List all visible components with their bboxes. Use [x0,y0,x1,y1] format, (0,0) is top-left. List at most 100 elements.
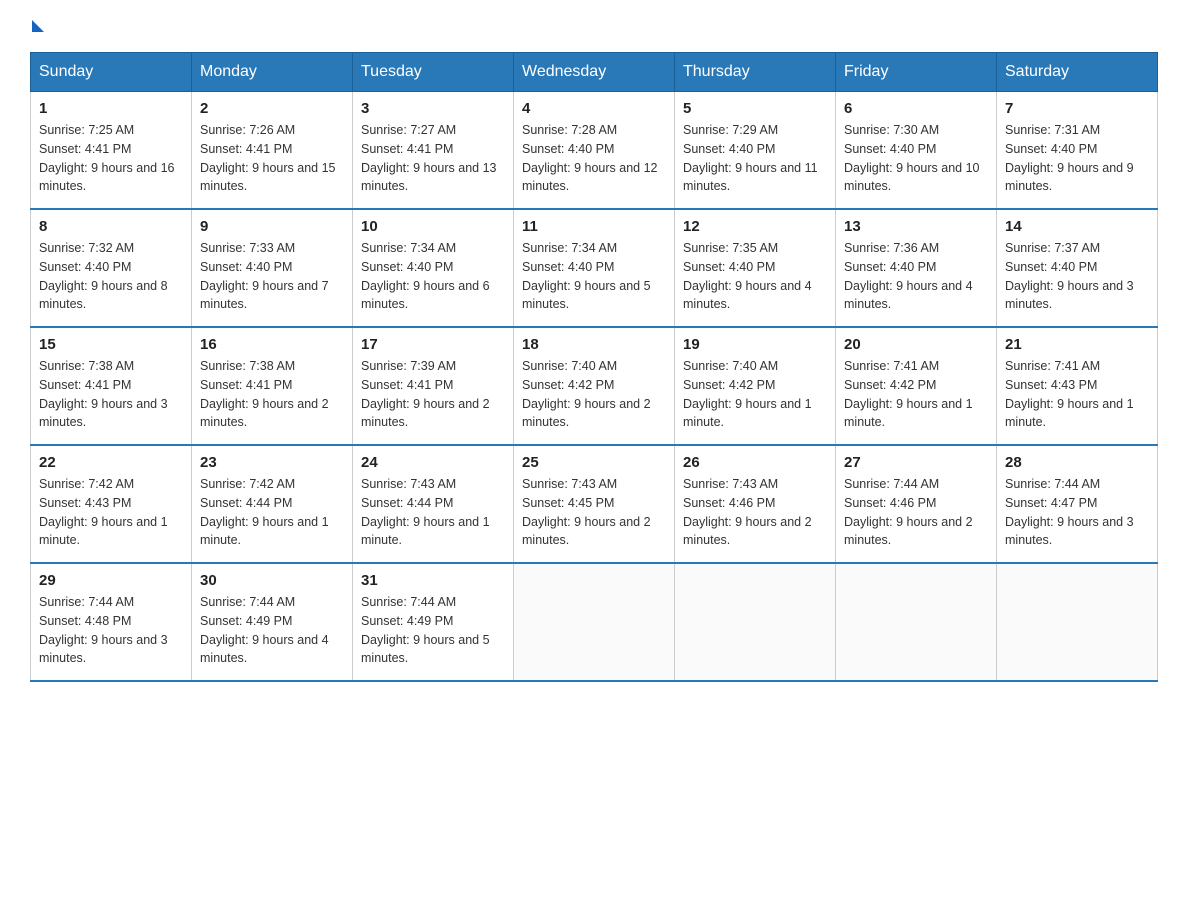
day-info: Sunrise: 7:38 AM Sunset: 4:41 PM Dayligh… [200,357,344,432]
calendar-day-29: 29 Sunrise: 7:44 AM Sunset: 4:48 PM Dayl… [31,563,192,681]
day-info: Sunrise: 7:38 AM Sunset: 4:41 PM Dayligh… [39,357,183,432]
day-number: 6 [844,100,988,117]
calendar-day-26: 26 Sunrise: 7:43 AM Sunset: 4:46 PM Dayl… [675,445,836,563]
calendar-day-11: 11 Sunrise: 7:34 AM Sunset: 4:40 PM Dayl… [514,209,675,327]
day-number: 1 [39,100,183,117]
day-number: 9 [200,218,344,235]
days-header-row: SundayMondayTuesdayWednesdayThursdayFrid… [31,53,1158,92]
calendar-day-10: 10 Sunrise: 7:34 AM Sunset: 4:40 PM Dayl… [353,209,514,327]
day-number: 27 [844,454,988,471]
day-info: Sunrise: 7:36 AM Sunset: 4:40 PM Dayligh… [844,239,988,314]
day-info: Sunrise: 7:40 AM Sunset: 4:42 PM Dayligh… [522,357,666,432]
day-header-saturday: Saturday [997,53,1158,92]
calendar-body: 1 Sunrise: 7:25 AM Sunset: 4:41 PM Dayli… [31,92,1158,682]
calendar-day-30: 30 Sunrise: 7:44 AM Sunset: 4:49 PM Dayl… [192,563,353,681]
calendar-day-14: 14 Sunrise: 7:37 AM Sunset: 4:40 PM Dayl… [997,209,1158,327]
calendar-day-19: 19 Sunrise: 7:40 AM Sunset: 4:42 PM Dayl… [675,327,836,445]
calendar-day-15: 15 Sunrise: 7:38 AM Sunset: 4:41 PM Dayl… [31,327,192,445]
day-info: Sunrise: 7:27 AM Sunset: 4:41 PM Dayligh… [361,121,505,196]
calendar-day-20: 20 Sunrise: 7:41 AM Sunset: 4:42 PM Dayl… [836,327,997,445]
day-info: Sunrise: 7:28 AM Sunset: 4:40 PM Dayligh… [522,121,666,196]
calendar-day-24: 24 Sunrise: 7:43 AM Sunset: 4:44 PM Dayl… [353,445,514,563]
day-number: 22 [39,454,183,471]
calendar-day-21: 21 Sunrise: 7:41 AM Sunset: 4:43 PM Dayl… [997,327,1158,445]
empty-cell [997,563,1158,681]
calendar-day-1: 1 Sunrise: 7:25 AM Sunset: 4:41 PM Dayli… [31,92,192,210]
page-header [30,20,1158,32]
day-number: 16 [200,336,344,353]
calendar-day-12: 12 Sunrise: 7:35 AM Sunset: 4:40 PM Dayl… [675,209,836,327]
day-number: 29 [39,572,183,589]
day-header-tuesday: Tuesday [353,53,514,92]
day-info: Sunrise: 7:30 AM Sunset: 4:40 PM Dayligh… [844,121,988,196]
day-info: Sunrise: 7:29 AM Sunset: 4:40 PM Dayligh… [683,121,827,196]
day-info: Sunrise: 7:44 AM Sunset: 4:49 PM Dayligh… [361,593,505,668]
day-number: 20 [844,336,988,353]
day-number: 15 [39,336,183,353]
day-info: Sunrise: 7:43 AM Sunset: 4:44 PM Dayligh… [361,475,505,550]
day-number: 4 [522,100,666,117]
day-number: 3 [361,100,505,117]
day-number: 8 [39,218,183,235]
calendar-header: SundayMondayTuesdayWednesdayThursdayFrid… [31,53,1158,92]
day-info: Sunrise: 7:42 AM Sunset: 4:43 PM Dayligh… [39,475,183,550]
day-number: 10 [361,218,505,235]
day-info: Sunrise: 7:26 AM Sunset: 4:41 PM Dayligh… [200,121,344,196]
day-info: Sunrise: 7:33 AM Sunset: 4:40 PM Dayligh… [200,239,344,314]
day-number: 18 [522,336,666,353]
calendar-week-1: 1 Sunrise: 7:25 AM Sunset: 4:41 PM Dayli… [31,92,1158,210]
day-info: Sunrise: 7:43 AM Sunset: 4:46 PM Dayligh… [683,475,827,550]
calendar-day-3: 3 Sunrise: 7:27 AM Sunset: 4:41 PM Dayli… [353,92,514,210]
day-number: 30 [200,572,344,589]
day-number: 7 [1005,100,1149,117]
day-info: Sunrise: 7:35 AM Sunset: 4:40 PM Dayligh… [683,239,827,314]
calendar-day-4: 4 Sunrise: 7:28 AM Sunset: 4:40 PM Dayli… [514,92,675,210]
calendar-week-4: 22 Sunrise: 7:42 AM Sunset: 4:43 PM Dayl… [31,445,1158,563]
calendar-day-2: 2 Sunrise: 7:26 AM Sunset: 4:41 PM Dayli… [192,92,353,210]
day-header-sunday: Sunday [31,53,192,92]
calendar-day-6: 6 Sunrise: 7:30 AM Sunset: 4:40 PM Dayli… [836,92,997,210]
day-number: 17 [361,336,505,353]
day-number: 13 [844,218,988,235]
day-info: Sunrise: 7:37 AM Sunset: 4:40 PM Dayligh… [1005,239,1149,314]
day-info: Sunrise: 7:44 AM Sunset: 4:46 PM Dayligh… [844,475,988,550]
day-header-monday: Monday [192,53,353,92]
day-number: 2 [200,100,344,117]
calendar-day-7: 7 Sunrise: 7:31 AM Sunset: 4:40 PM Dayli… [997,92,1158,210]
day-number: 31 [361,572,505,589]
calendar-day-13: 13 Sunrise: 7:36 AM Sunset: 4:40 PM Dayl… [836,209,997,327]
day-info: Sunrise: 7:39 AM Sunset: 4:41 PM Dayligh… [361,357,505,432]
calendar-day-16: 16 Sunrise: 7:38 AM Sunset: 4:41 PM Dayl… [192,327,353,445]
day-number: 14 [1005,218,1149,235]
day-number: 26 [683,454,827,471]
calendar-day-31: 31 Sunrise: 7:44 AM Sunset: 4:49 PM Dayl… [353,563,514,681]
calendar-day-23: 23 Sunrise: 7:42 AM Sunset: 4:44 PM Dayl… [192,445,353,563]
empty-cell [836,563,997,681]
empty-cell [514,563,675,681]
calendar-day-5: 5 Sunrise: 7:29 AM Sunset: 4:40 PM Dayli… [675,92,836,210]
calendar-day-18: 18 Sunrise: 7:40 AM Sunset: 4:42 PM Dayl… [514,327,675,445]
day-info: Sunrise: 7:44 AM Sunset: 4:47 PM Dayligh… [1005,475,1149,550]
calendar-day-17: 17 Sunrise: 7:39 AM Sunset: 4:41 PM Dayl… [353,327,514,445]
calendar-day-27: 27 Sunrise: 7:44 AM Sunset: 4:46 PM Dayl… [836,445,997,563]
day-info: Sunrise: 7:41 AM Sunset: 4:42 PM Dayligh… [844,357,988,432]
day-info: Sunrise: 7:43 AM Sunset: 4:45 PM Dayligh… [522,475,666,550]
calendar-table: SundayMondayTuesdayWednesdayThursdayFrid… [30,52,1158,682]
day-number: 24 [361,454,505,471]
day-number: 23 [200,454,344,471]
day-header-thursday: Thursday [675,53,836,92]
day-info: Sunrise: 7:31 AM Sunset: 4:40 PM Dayligh… [1005,121,1149,196]
day-info: Sunrise: 7:32 AM Sunset: 4:40 PM Dayligh… [39,239,183,314]
day-number: 5 [683,100,827,117]
day-info: Sunrise: 7:42 AM Sunset: 4:44 PM Dayligh… [200,475,344,550]
day-number: 21 [1005,336,1149,353]
empty-cell [675,563,836,681]
day-info: Sunrise: 7:40 AM Sunset: 4:42 PM Dayligh… [683,357,827,432]
logo [30,20,44,32]
calendar-day-28: 28 Sunrise: 7:44 AM Sunset: 4:47 PM Dayl… [997,445,1158,563]
calendar-day-8: 8 Sunrise: 7:32 AM Sunset: 4:40 PM Dayli… [31,209,192,327]
day-info: Sunrise: 7:25 AM Sunset: 4:41 PM Dayligh… [39,121,183,196]
day-number: 25 [522,454,666,471]
calendar-week-3: 15 Sunrise: 7:38 AM Sunset: 4:41 PM Dayl… [31,327,1158,445]
day-number: 19 [683,336,827,353]
